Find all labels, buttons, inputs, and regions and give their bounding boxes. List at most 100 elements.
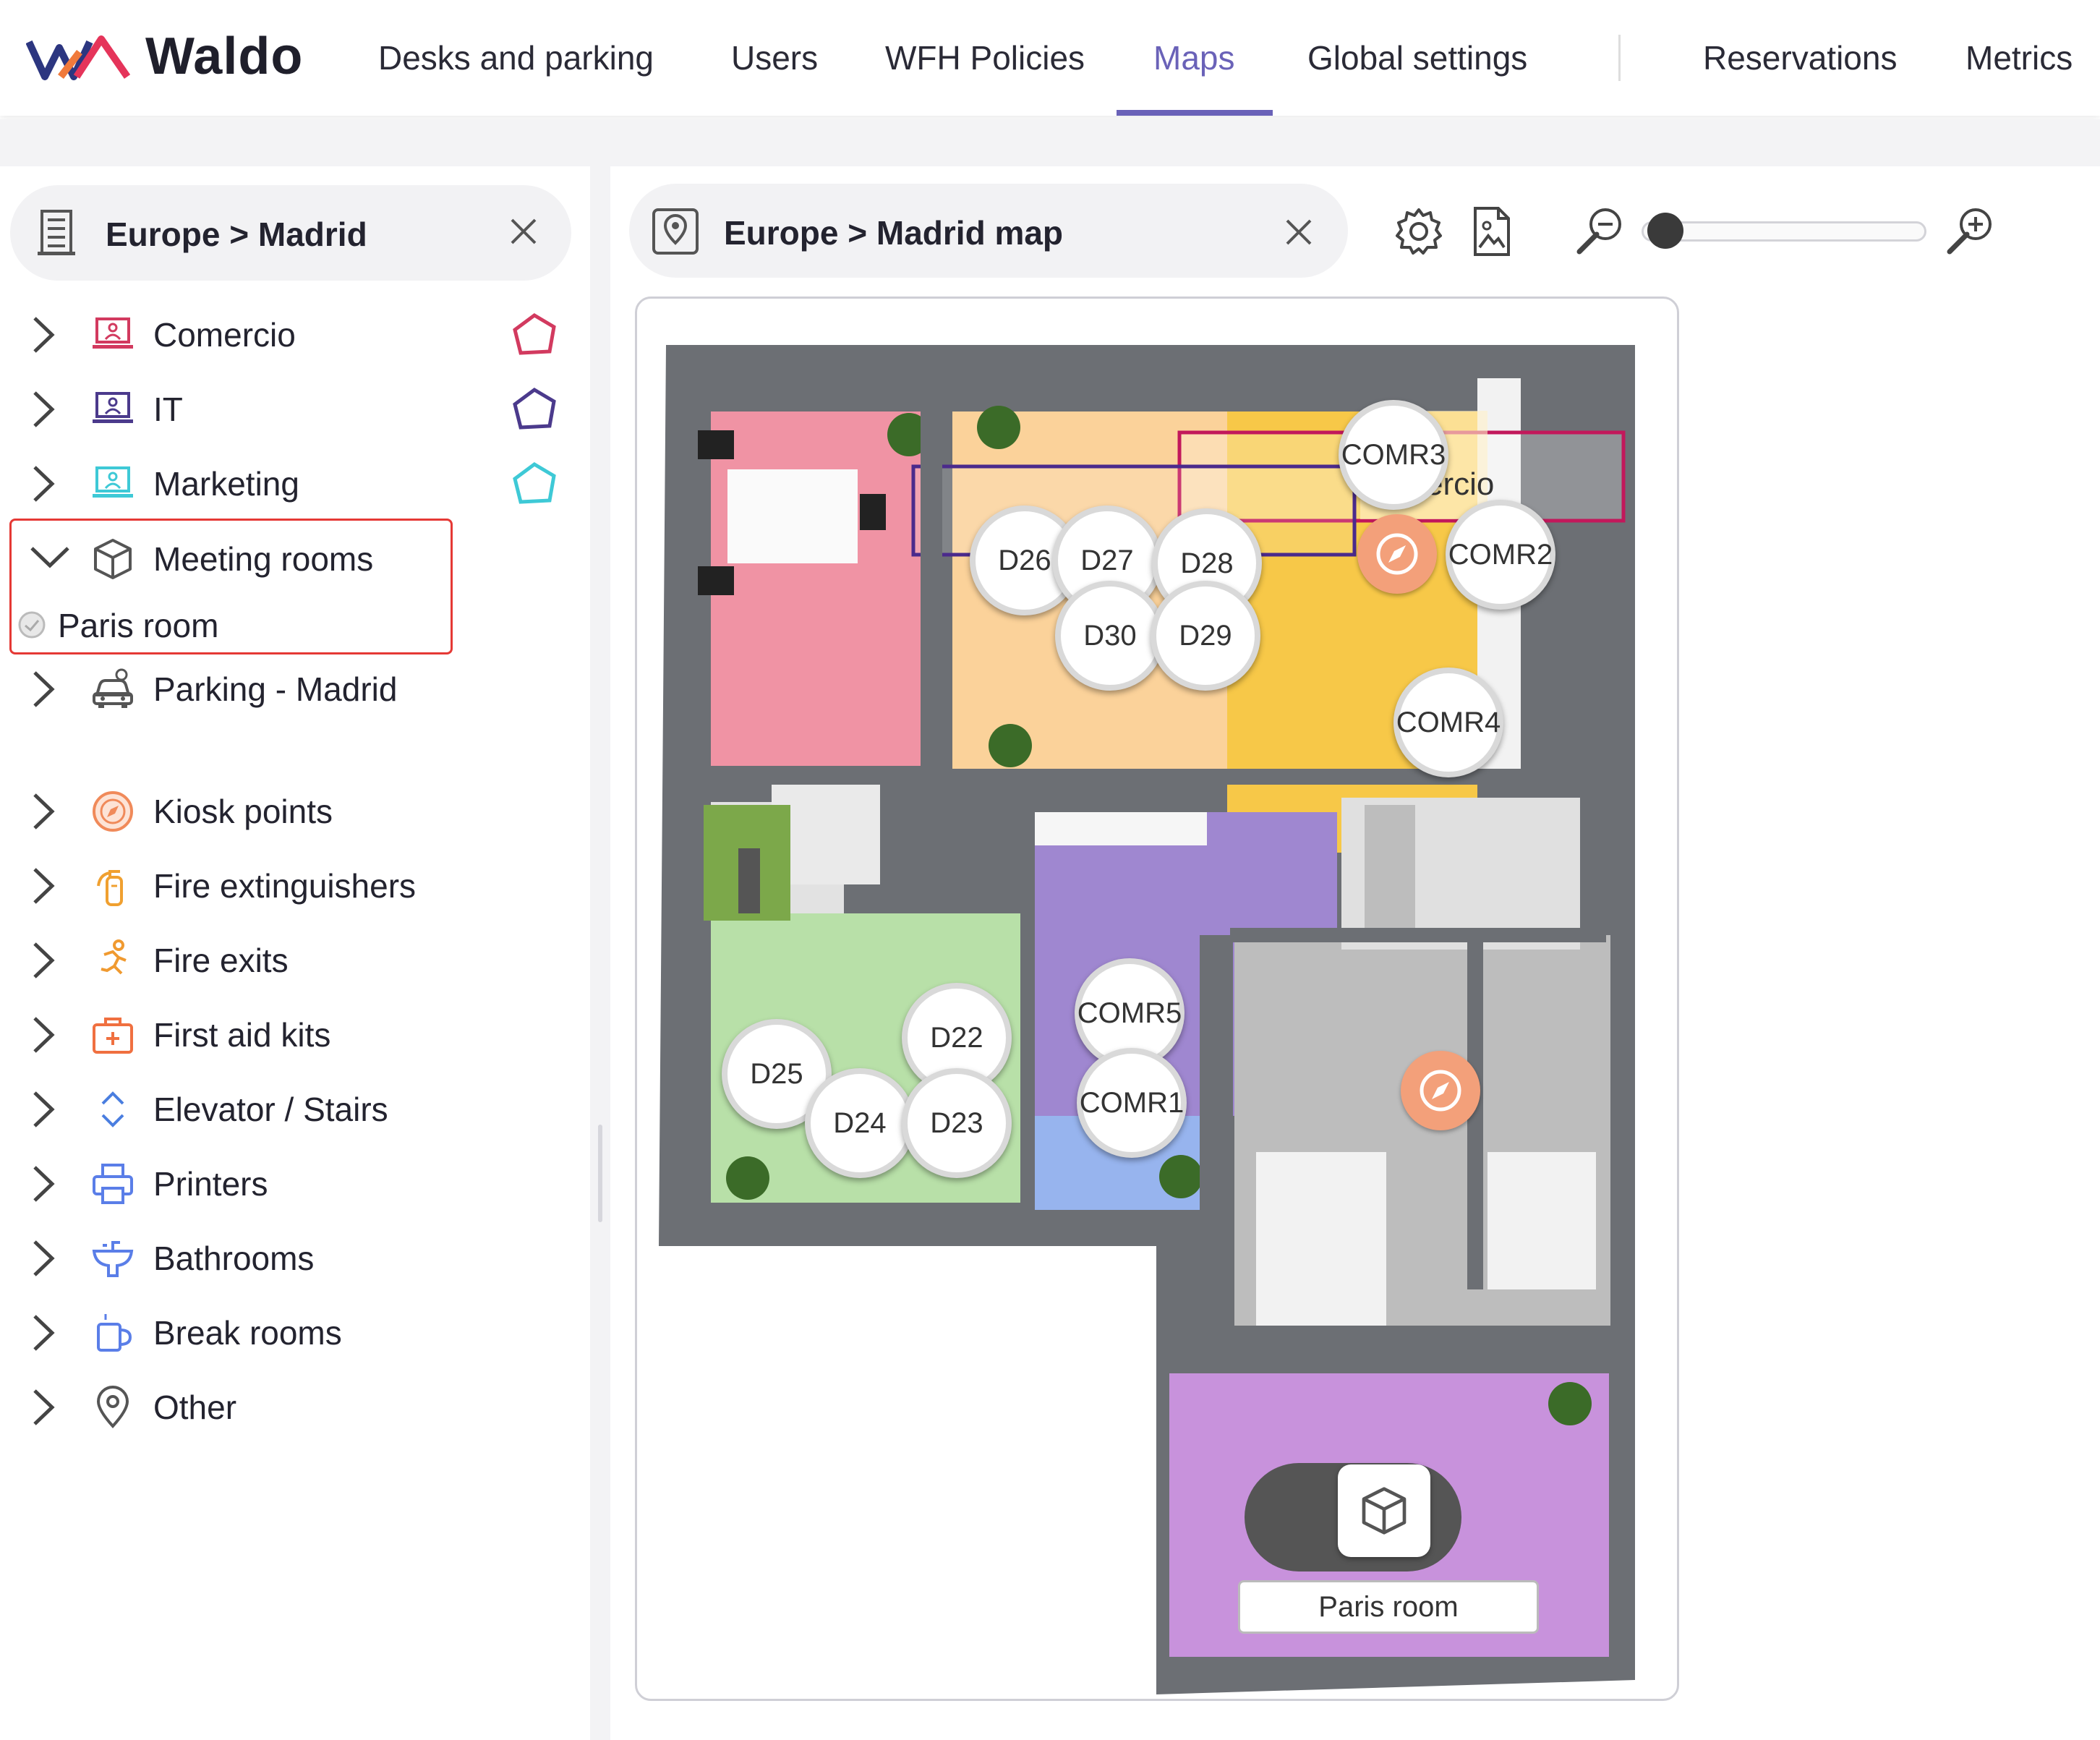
desk-marker-d29[interactable]: D29: [1151, 581, 1260, 691]
chevron-right-icon[interactable]: [29, 939, 58, 981]
tree-item-label: Printers: [153, 1165, 268, 1203]
tree-item-first-aid-kits[interactable]: First aid kits: [0, 1002, 590, 1067]
brand-name: Waldo: [145, 27, 304, 85]
room-marker-comr1[interactable]: COMR1: [1077, 1048, 1187, 1158]
tree-item-bathrooms[interactable]: Bathrooms: [0, 1226, 590, 1291]
header-spacer: [0, 119, 2100, 166]
tree-item-other[interactable]: Other: [0, 1375, 590, 1440]
fire-extinguisher-icon: [97, 870, 123, 906]
printer-icon: [93, 1164, 133, 1204]
tree-item-elevator-stairs[interactable]: Elevator / Stairs: [0, 1077, 590, 1142]
tree-item-it[interactable]: IT: [0, 377, 590, 442]
map-icon: [652, 208, 699, 255]
top-navigation-bar: Waldo Desks and parking Users WFH Polici…: [0, 0, 2100, 116]
map-pin-icon: [96, 1386, 129, 1428]
running-person-icon: [101, 939, 127, 975]
tree-item-marketing[interactable]: Marketing: [0, 451, 590, 516]
tree-item-label: Comercio: [153, 316, 296, 354]
desk-marker-d23[interactable]: D23: [902, 1068, 1012, 1178]
kiosk-marker[interactable]: [1401, 1051, 1480, 1130]
chevron-right-icon[interactable]: [29, 388, 58, 430]
settings-icon[interactable]: [1393, 205, 1445, 257]
chevron-right-icon[interactable]: [29, 314, 58, 356]
zoom-out-icon[interactable]: [1574, 205, 1626, 257]
floor-map-canvas[interactable]: ercio D26 D27 D28 D30 D29 COMR3 COMR2 CO…: [635, 297, 1679, 1701]
chevron-right-icon[interactable]: [29, 1014, 58, 1056]
polygon-icon[interactable]: [511, 460, 558, 508]
location-breadcrumb: Europe > Madrid: [106, 216, 367, 253]
department-icon: [93, 317, 133, 349]
nav-reservations[interactable]: Reservations: [1703, 0, 1897, 116]
polygon-icon[interactable]: [511, 311, 558, 359]
tree-item-label: Meeting rooms: [153, 540, 374, 578]
active-tab-indicator: [1117, 110, 1273, 116]
waldo-logo-mark-icon: [26, 35, 131, 80]
chevron-right-icon[interactable]: [29, 1088, 58, 1130]
tree-item-fire-extinguishers[interactable]: Fire extinguishers: [0, 853, 590, 918]
desk-marker-d30[interactable]: D30: [1055, 581, 1165, 691]
tree-item-label: Fire exits: [153, 942, 289, 979]
chevron-right-icon[interactable]: [29, 668, 58, 710]
tree-item-break-rooms[interactable]: Break rooms: [0, 1300, 590, 1365]
tree-item-kiosk-points[interactable]: Kiosk points: [0, 779, 590, 844]
tree-item-parking-madrid[interactable]: Parking - Madrid: [0, 657, 590, 722]
tree-item-fire-exits[interactable]: Fire exits: [0, 928, 590, 993]
zoom-slider-thumb[interactable]: [1647, 213, 1683, 249]
panel-splitter[interactable]: [590, 166, 610, 1740]
status-dot-icon: [18, 611, 46, 639]
tree-item-label: Marketing: [153, 465, 299, 503]
tree-item-printers[interactable]: Printers: [0, 1151, 590, 1216]
building-icon: [38, 210, 75, 255]
first-aid-icon: [93, 1018, 133, 1054]
waldo-logo[interactable]: Waldo: [26, 26, 303, 87]
up-down-icon: [101, 1091, 124, 1127]
close-icon[interactable]: [509, 217, 538, 246]
chevron-down-icon[interactable]: [29, 542, 71, 571]
tree-item-label: Break rooms: [153, 1314, 342, 1352]
nav-wfh-policies[interactable]: WFH Policies: [885, 0, 1085, 116]
chevron-right-icon[interactable]: [29, 1237, 58, 1279]
tree-item-label: Elevator / Stairs: [153, 1091, 388, 1128]
close-map-icon[interactable]: [1284, 218, 1313, 247]
nav-users[interactable]: Users: [731, 0, 818, 116]
car-icon: [93, 668, 133, 708]
chevron-right-icon[interactable]: [29, 790, 58, 832]
chevron-right-icon[interactable]: [29, 463, 58, 505]
department-icon: [93, 466, 133, 498]
chevron-right-icon[interactable]: [29, 1163, 58, 1205]
chevron-right-icon[interactable]: [29, 1312, 58, 1354]
meeting-room-label[interactable]: Paris room: [1238, 1580, 1539, 1634]
tree-item-comercio[interactable]: Comercio: [0, 302, 590, 367]
nav-desks-and-parking[interactable]: Desks and parking: [378, 0, 654, 116]
chevron-right-icon[interactable]: [29, 1386, 58, 1428]
cup-icon: [97, 1314, 132, 1352]
tree-item-label: Kiosk points: [153, 793, 333, 830]
polygon-icon[interactable]: [511, 385, 558, 433]
tree-item-label: Paris room: [58, 607, 219, 644]
nav-maps[interactable]: Maps: [1153, 0, 1234, 116]
room-marker-comr2[interactable]: COMR2: [1446, 500, 1555, 610]
room-marker-comr4[interactable]: COMR4: [1393, 668, 1503, 777]
sink-icon: [92, 1241, 134, 1277]
nav-metrics[interactable]: Metrics: [1965, 0, 2073, 116]
tree-item-label: IT: [153, 391, 183, 428]
chevron-right-icon[interactable]: [29, 865, 58, 907]
tree-item-label: Parking - Madrid: [153, 670, 398, 708]
desk-marker-d24[interactable]: D24: [805, 1068, 915, 1178]
image-file-icon[interactable]: [1465, 205, 1517, 257]
meeting-room-marker[interactable]: [1338, 1464, 1430, 1557]
tree-item-label: First aid kits: [153, 1016, 331, 1054]
zoom-in-icon[interactable]: [1944, 205, 1996, 257]
map-breadcrumb: Europe > Madrid map: [724, 214, 1064, 252]
kiosk-marker[interactable]: [1357, 514, 1437, 594]
zoom-slider-track[interactable]: [1642, 221, 1926, 242]
room-marker-comr3[interactable]: COMR3: [1339, 400, 1448, 510]
nav-global-settings[interactable]: Global settings: [1307, 0, 1527, 116]
compass-icon: [1376, 533, 1418, 575]
compass-icon: [93, 791, 133, 832]
tree-item-label: Fire extinguishers: [153, 867, 417, 905]
tree-item-label: Bathrooms: [153, 1240, 315, 1277]
tree-item-meeting-rooms[interactable]: Meeting rooms: [0, 526, 590, 592]
nav-divider: [1618, 35, 1621, 81]
splitter-handle[interactable]: [598, 1125, 602, 1222]
